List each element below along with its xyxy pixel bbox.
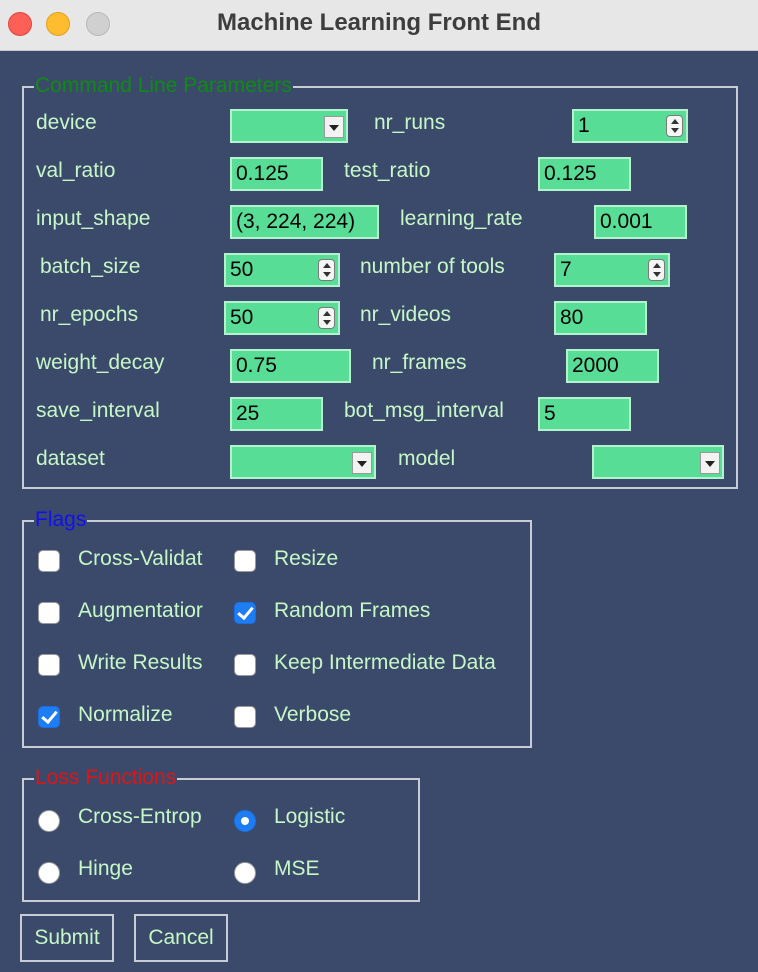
hinge-label[interactable]: Hinge <box>78 856 133 882</box>
submit-button[interactable]: Submit <box>20 914 114 962</box>
logistic-radio[interactable] <box>234 810 256 832</box>
cross-entropy-label[interactable]: Cross-Entrop <box>78 804 211 830</box>
weight-decay-label: weight_decay <box>36 351 165 374</box>
resize-label[interactable]: Resize <box>274 546 338 572</box>
weight-decay-field[interactable]: 0.75 <box>230 349 351 383</box>
batch-size-value: 50 <box>230 258 254 281</box>
val-ratio-field[interactable]: 0.125 <box>230 157 323 191</box>
model-select[interactable] <box>592 445 724 479</box>
cross-validation-label[interactable]: Cross-Validat <box>78 546 211 572</box>
keep-intermediate-label[interactable]: Keep Intermediate Data <box>274 650 496 676</box>
learning-rate-label: learning_rate <box>400 207 523 230</box>
device-label: device <box>36 111 97 134</box>
input-shape-field[interactable]: (3, 224, 224) <box>230 205 379 239</box>
keep-intermediate-checkbox[interactable] <box>234 654 256 676</box>
cmd-params-title: Command Line Parameters <box>34 74 293 97</box>
chevron-down-icon[interactable] <box>324 116 344 138</box>
nr-frames-field[interactable]: 2000 <box>566 349 659 383</box>
write-results-checkbox[interactable] <box>38 654 60 676</box>
chevron-down-icon[interactable] <box>700 452 720 474</box>
nr-videos-field[interactable]: 80 <box>554 301 647 335</box>
stepper-arrows-icon[interactable] <box>666 115 683 137</box>
nr-epochs-spinbox[interactable]: 50 <box>224 301 340 335</box>
cross-entropy-radio[interactable] <box>38 810 60 832</box>
number-of-tools-value: 7 <box>560 258 572 281</box>
test-ratio-field[interactable]: 0.125 <box>538 157 631 191</box>
batch-size-spinbox[interactable]: 50 <box>224 253 340 287</box>
verbose-checkbox[interactable] <box>234 706 256 728</box>
save-interval-label: save_interval <box>36 399 160 422</box>
logistic-label[interactable]: Logistic <box>274 804 345 830</box>
nr-videos-label: nr_videos <box>360 303 452 326</box>
mse-radio[interactable] <box>234 862 256 884</box>
cross-validation-checkbox[interactable] <box>38 550 60 572</box>
device-select[interactable] <box>230 109 348 143</box>
loss-functions-title: Loss Functions <box>34 766 178 789</box>
stepper-arrows-icon[interactable] <box>318 307 335 329</box>
nr-frames-label: nr_frames <box>372 351 467 374</box>
val-ratio-label: val_ratio <box>36 159 116 182</box>
model-label: model <box>398 447 456 470</box>
title-bar: Machine Learning Front End <box>0 0 758 51</box>
dataset-select[interactable] <box>230 445 376 479</box>
augmentation-label[interactable]: Augmentatior <box>78 598 211 624</box>
window-title: Machine Learning Front End <box>216 9 541 36</box>
input-shape-label: input_shape <box>36 207 151 230</box>
random-frames-checkbox[interactable] <box>234 602 256 624</box>
random-frames-label[interactable]: Random Frames <box>274 598 430 624</box>
normalize-checkbox[interactable] <box>38 706 60 728</box>
nr-runs-label: nr_runs <box>374 111 446 134</box>
loss-functions-frame <box>22 778 420 902</box>
nr-epochs-value: 50 <box>230 306 254 329</box>
hinge-radio[interactable] <box>38 862 60 884</box>
bot-msg-interval-label: bot_msg_interval <box>344 399 504 422</box>
chevron-down-icon[interactable] <box>352 452 372 474</box>
bot-msg-interval-field[interactable]: 5 <box>538 397 631 431</box>
stepper-arrows-icon[interactable] <box>648 259 665 281</box>
mse-label[interactable]: MSE <box>274 856 320 882</box>
cancel-button[interactable]: Cancel <box>134 914 228 962</box>
write-results-label[interactable]: Write Results <box>78 650 211 676</box>
nr-runs-spinbox[interactable]: 1 <box>572 109 688 143</box>
resize-checkbox[interactable] <box>234 550 256 572</box>
nr-runs-value: 1 <box>578 114 590 137</box>
flags-title: Flags <box>34 508 88 531</box>
learning-rate-field[interactable]: 0.001 <box>594 205 687 239</box>
save-interval-field[interactable]: 25 <box>230 397 323 431</box>
nr-epochs-label: nr_epochs <box>40 303 139 326</box>
dataset-label: dataset <box>36 447 105 470</box>
augmentation-checkbox[interactable] <box>38 602 60 624</box>
normalize-label[interactable]: Normalize <box>78 702 173 728</box>
batch-size-label: batch_size <box>40 255 141 278</box>
verbose-label[interactable]: Verbose <box>274 702 351 728</box>
test-ratio-label: test_ratio <box>344 159 431 182</box>
number-of-tools-label: number of tools <box>360 255 505 278</box>
number-of-tools-spinbox[interactable]: 7 <box>554 253 670 287</box>
stepper-arrows-icon[interactable] <box>318 259 335 281</box>
